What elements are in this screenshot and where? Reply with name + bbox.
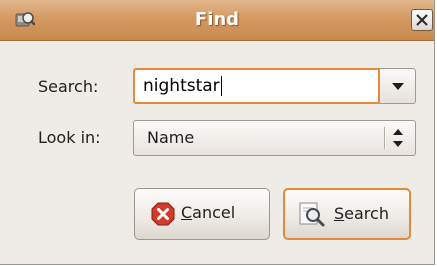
window-title: Find: [194, 9, 240, 30]
lookin-select[interactable]: Name: [133, 120, 416, 156]
title-bar[interactable]: Find: [0, 0, 434, 41]
updown-arrows-icon: [393, 129, 403, 147]
close-icon: [416, 14, 428, 26]
cancel-button-label: Cancel: [181, 203, 236, 222]
search-input[interactable]: nightstar: [133, 68, 380, 104]
search-button[interactable]: Search: [283, 188, 411, 240]
text-caret: [220, 76, 222, 96]
magnifier-icon: [299, 202, 325, 227]
cancel-button[interactable]: Cancel: [134, 188, 270, 240]
lookin-label: Look in:: [38, 128, 101, 147]
cancel-icon: [151, 202, 175, 226]
search-input-value: nightstar: [143, 76, 220, 96]
find-dialog: Find Search: nightstar Look in: Name Can…: [0, 0, 435, 265]
search-label: Search:: [38, 77, 99, 96]
chevron-down-icon: [392, 83, 404, 90]
search-history-dropdown-button[interactable]: [379, 68, 416, 104]
close-button[interactable]: [411, 9, 433, 31]
lookin-selected-value: Name: [147, 128, 195, 147]
search-combo[interactable]: nightstar: [133, 68, 416, 104]
search-button-label: Search: [334, 204, 389, 223]
select-separator: [384, 127, 386, 149]
